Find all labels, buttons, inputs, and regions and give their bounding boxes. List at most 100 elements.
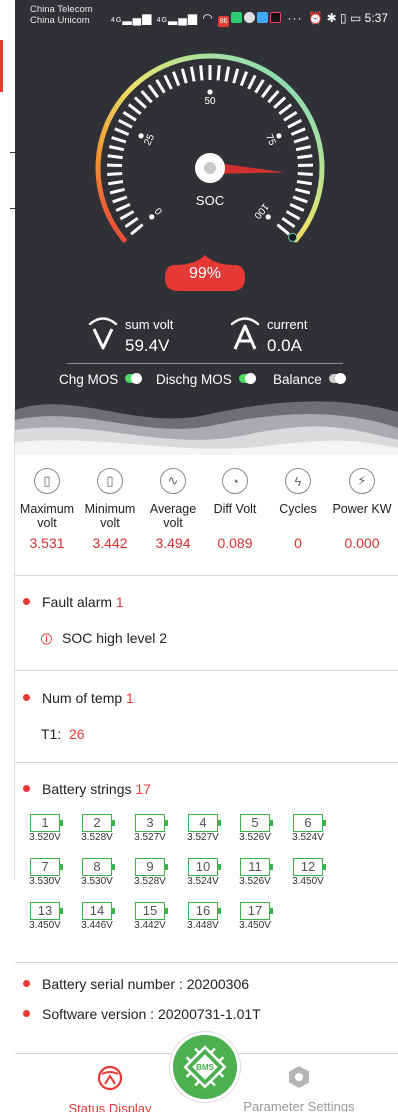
- gauge-tick: [293, 136, 309, 144]
- fault-item: ⓘ SOC high level 2: [41, 630, 167, 647]
- gauge-scale-label: 75: [263, 133, 278, 148]
- gauge-tick: [239, 71, 248, 87]
- gauge-scale-label: 25: [142, 132, 157, 147]
- battery-cell-voltage: 3.530V: [29, 876, 61, 887]
- gauge-tick: [140, 90, 153, 104]
- nav-parameter-settings[interactable]: Parameter Settings: [229, 1064, 369, 1112]
- balance-status: Balance: [273, 372, 346, 387]
- gauge-tick: [290, 127, 306, 136]
- gauge-tick: [254, 79, 265, 94]
- stat-name: Diff Volt: [213, 502, 257, 516]
- software-label: Software version :: [42, 1006, 155, 1022]
- battery-cell: 13 3.450V: [21, 902, 69, 932]
- stat-minimum-volt: ▯ Minimum volt 3.442: [79, 468, 141, 551]
- software-version-row: Software version : 20200731-1.01T: [23, 1006, 261, 1022]
- battery-cell-voltage: 3.530V: [81, 876, 113, 887]
- bullet-dot: [23, 598, 30, 605]
- app-notification-icon: 86: [218, 16, 230, 27]
- battery-cell: 3 3.527V: [126, 814, 174, 844]
- gauge-hub-center: [204, 162, 216, 174]
- gauge-tick: [287, 118, 302, 129]
- battery-cell-number: 15: [135, 902, 168, 920]
- stat-maximum-volt: ▯ Maximum volt 3.531: [16, 468, 78, 551]
- battery-cell-voltage: 3.524V: [187, 876, 219, 887]
- stat-diff-volt: ◔ Diff Volt 0.089: [204, 468, 266, 551]
- dischg-mos-toggle[interactable]: [238, 373, 256, 384]
- gauge-tick: [115, 203, 131, 212]
- stat-name: Average volt: [149, 502, 197, 530]
- clock-time: 5:37: [364, 11, 388, 25]
- power-pulse-icon: ⚡: [349, 468, 375, 494]
- bullet-dot: [23, 1010, 30, 1017]
- chg-mos-status: Chg MOS: [59, 372, 143, 387]
- battery-cell-number: 6: [293, 814, 326, 832]
- stat-value: 3.442: [92, 535, 128, 551]
- status-icons: 4G▂▄▆ 4G▂▄▆ ◠ 86 ···: [111, 11, 302, 27]
- section-divider: [15, 670, 398, 671]
- battery-cell-number: 7: [30, 858, 63, 876]
- battery-cell-number: 14: [82, 902, 115, 920]
- temp-label: Num of temp: [42, 690, 123, 706]
- sum-volt-label: sum volt: [125, 317, 174, 332]
- battery-cell-voltage: 3.520V: [29, 832, 61, 843]
- battery-cell-number: 8: [82, 858, 115, 876]
- stat-name: Power KW: [332, 502, 392, 516]
- signal-icon: ▂▄▆: [122, 11, 153, 25]
- gauge-tick: [119, 210, 135, 221]
- battery-cell-number: 5: [240, 814, 273, 832]
- battery-cell-voltage: 3.524V: [292, 832, 324, 843]
- battery-cell-number: 12: [293, 858, 326, 876]
- section-divider: [15, 962, 398, 963]
- soc-gauge: 0255075100 SOC: [95, 53, 325, 243]
- balance-label: Balance: [273, 372, 322, 387]
- settings-hexagon-icon: [289, 1066, 309, 1088]
- stats-row: ▯ Maximum volt 3.531 ▯ Minimum volt 3.44…: [15, 468, 398, 563]
- battery-cell: 4 3.527V: [179, 814, 227, 844]
- gauge-tick: [285, 210, 301, 221]
- section-divider: [15, 762, 398, 763]
- status-right: ⏰ ✱ ▯ ▭ 5:37: [308, 11, 388, 25]
- serial-number-row: Battery serial number : 20200306: [23, 976, 249, 992]
- temp-title: Num of temp 1: [23, 690, 134, 706]
- gauge-tick: [108, 145, 125, 152]
- status-header-panel: China Telecom China Unicom 4G▂▄▆ 4G▂▄▆ ◠…: [15, 0, 398, 455]
- battery-cell-number: 16: [188, 902, 221, 920]
- battery-cell: 14 3.446V: [73, 902, 121, 932]
- battery-cell-number: 3: [135, 814, 168, 832]
- fault-alarm-title: Fault alarm 1: [23, 594, 124, 610]
- battery-cell: 15 3.442V: [126, 902, 174, 932]
- battery-cell-icon: ▯: [97, 468, 123, 494]
- battery-cell: 16 3.448V: [179, 902, 227, 932]
- bluetooth-icon: ✱: [326, 11, 337, 25]
- battery-cell-number: 17: [240, 902, 273, 920]
- battery-cell: 6 3.524V: [284, 814, 332, 844]
- gauge-scale-dot: [265, 214, 271, 220]
- gauge-tick: [296, 180, 313, 186]
- serial-value: 20200306: [186, 976, 250, 992]
- nav-status-display[interactable]: Status Display: [60, 1064, 160, 1112]
- gauge-scale-label: 0: [153, 205, 165, 217]
- gauge-scale-dot: [149, 214, 155, 220]
- battery-strings-label: Battery strings: [42, 781, 132, 797]
- left-edge-red-marker: [0, 40, 3, 92]
- battery-cell-voltage: 3.448V: [187, 920, 219, 931]
- balance-toggle[interactable]: [328, 373, 346, 384]
- battery-cell: 17 3.450V: [231, 902, 279, 932]
- temp-count: 1: [126, 690, 134, 706]
- chg-mos-toggle[interactable]: [125, 373, 143, 384]
- battery-cell-number: 13: [30, 902, 63, 920]
- battery-cell-voltage: 3.450V: [292, 876, 324, 887]
- battery-cell-number: 10: [188, 858, 221, 876]
- battery-cell-number: 2: [82, 814, 115, 832]
- stat-average-volt: ∿ Average volt 3.494: [142, 468, 204, 551]
- left-edge-tick: [10, 208, 15, 209]
- battery-strings-count: 17: [135, 781, 151, 797]
- section-divider: [15, 575, 398, 576]
- gauge-tick: [122, 110, 137, 122]
- fault-item-text: SOC high level 2: [62, 630, 168, 646]
- mail-icon: [257, 12, 269, 23]
- chat-icon: [244, 12, 256, 23]
- gauge-tick: [297, 172, 313, 176]
- cycle-bolt-icon: ϟ: [285, 468, 311, 494]
- gauge-tick: [273, 96, 287, 109]
